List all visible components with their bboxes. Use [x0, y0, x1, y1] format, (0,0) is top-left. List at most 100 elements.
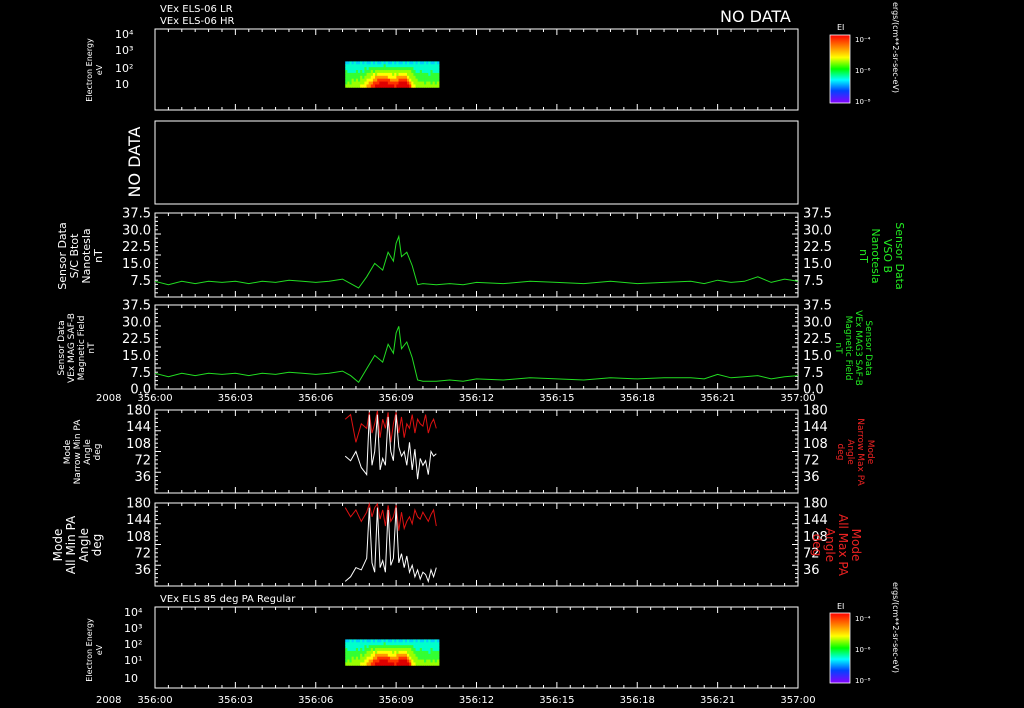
right-label-line: deg: [835, 444, 845, 461]
panel-frame: [154, 502, 799, 587]
ylabel-line: nT: [92, 249, 105, 263]
ytick-label-right: 180: [803, 497, 828, 512]
spectrogram-1: [345, 61, 440, 88]
all-max-pa-trace: [344, 501, 437, 531]
ytick-label: 22.5: [122, 240, 151, 255]
ytick-label: 10²: [124, 638, 142, 651]
year-label: 2008: [96, 393, 121, 404]
colorbar-tick: 10⁻⁴: [855, 36, 871, 44]
ytick-label-right: 15.0: [803, 349, 832, 364]
ytick-label: 36: [134, 470, 151, 485]
ylabel-line: Mode: [63, 439, 73, 464]
panel-electron-energy-2: VEx ELS 85 deg PA Regular 10 10¹ 10² 10³…: [85, 582, 900, 689]
colorbar-tick: 10⁻⁶: [855, 67, 871, 75]
time-tick-label: 356:00: [137, 695, 172, 706]
ytick-label: 10⁴: [115, 28, 134, 41]
colorbar-title: EI: [837, 23, 844, 32]
ytick-label-right: 15.0: [803, 257, 832, 272]
ytick-label: 10¹: [124, 654, 142, 667]
ytick-label: 37.5: [122, 207, 151, 222]
ytick-label: 10: [124, 672, 138, 685]
right-label-line: Narrow Max PA: [855, 418, 865, 486]
panel-no-data: NO DATA: [125, 120, 799, 205]
colorbar: [829, 34, 851, 104]
ytick-label: 7.5: [130, 366, 151, 381]
ytick-label: 72: [134, 546, 151, 561]
ylabel-line: Mode: [51, 529, 65, 562]
ylabel-line: Narrow Min PA: [73, 419, 83, 485]
panel-frame: [154, 212, 799, 298]
spectrogram-2: [345, 639, 440, 666]
colorbar-tick: 10⁻⁴: [855, 615, 871, 623]
spectrogram-cell: [436, 639, 440, 643]
spectrogram-cell: [436, 645, 440, 649]
ytick-label-right: 37.5: [803, 207, 832, 222]
ytick-label-right: 37.5: [803, 299, 832, 314]
ytick-label: 10²: [115, 62, 133, 75]
spectrogram-cell: [436, 662, 440, 666]
ytick-label-right: 22.5: [803, 332, 832, 347]
instrument-label-2: VEx ELS-06 HR: [160, 16, 235, 27]
ylabel-line: Angle: [83, 439, 93, 465]
ytick-label: 180: [126, 404, 151, 419]
spectrogram-cell: [436, 64, 440, 68]
right-label-line: Magnetic Field: [843, 316, 853, 381]
ytick-label: 10: [115, 78, 129, 91]
ylabel-line: Sensor Data: [57, 320, 67, 375]
right-label-line: VEx MAG3 SAF-B: [853, 310, 863, 386]
colorbar-tick: 10⁻⁶: [855, 646, 871, 654]
right-label-line: nT: [833, 342, 843, 354]
ytick-label: 108: [126, 437, 151, 452]
time-axis-middle: 2008 356:00 356:03 356:06 356:09 356:12 356:1…: [96, 393, 816, 404]
colorbar-tick: 10⁻⁸: [855, 677, 871, 685]
ytick-label-right: 108: [803, 437, 828, 452]
colorbar-units: ergs/(cm**2-sr-sec-eV): [891, 2, 900, 93]
ytick-label: 10³: [124, 622, 142, 635]
ylabel-line: nT: [87, 342, 97, 354]
spectrogram-cell: [436, 648, 440, 652]
ytick-label: 144: [126, 513, 151, 528]
ytick-label-right: 22.5: [803, 240, 832, 255]
panel-all-pa: 180 180144 144108 10872 7236 36 Mode All Min …: [51, 497, 863, 587]
no-data-label: NO DATA: [125, 127, 144, 198]
ytick-label: 22.5: [122, 332, 151, 347]
time-tick-label: 357:00: [780, 393, 815, 404]
ytick-label: 30.0: [122, 223, 151, 238]
panel-frame: [154, 409, 799, 494]
colorbar-units: ergs/(cm**2-sr-sec-eV): [891, 582, 900, 673]
spectrogram-cell: [436, 653, 440, 658]
ylabel-line: deg: [93, 444, 103, 461]
ylabel-line: deg: [90, 534, 104, 557]
right-label-line: All Max PA: [836, 514, 850, 577]
spectrogram-cell: [436, 72, 440, 77]
ylabel-line: Magnetic Field: [77, 316, 87, 381]
ytick-label-right: 36: [803, 470, 820, 485]
narrow-max-pa-trace: [344, 410, 437, 443]
ytick-label: 30.0: [122, 315, 151, 330]
colorbar-tick: 10⁻⁸: [855, 98, 871, 106]
ytick-label-right: 72: [803, 453, 820, 468]
ytick-label: 10⁴: [124, 606, 143, 619]
spectrogram-cell: [436, 70, 440, 74]
right-label-line: Mode: [849, 529, 863, 562]
right-label-line: Angle: [823, 528, 837, 562]
mag-trace: [154, 326, 799, 384]
panel-sc-btot: 37.5 37.530.0 30.022.5 22.515.0 15.07.5 7.5 S…: [56, 207, 906, 298]
time-tick-label: 356:12: [459, 393, 494, 404]
right-label-line: Sensor Data: [863, 320, 873, 375]
ylabel-line: All Min PA: [64, 515, 78, 574]
ytick-label: 15.0: [122, 349, 151, 364]
ylabel-line: Electron Energy: [85, 618, 94, 682]
time-tick-label: 356:09: [379, 393, 414, 404]
time-tick-label: 356:18: [620, 393, 655, 404]
year-label: 2008: [96, 695, 121, 706]
time-tick-label: 357:00: [780, 695, 815, 706]
ytick-label: 180: [126, 497, 151, 512]
time-tick-label: 356:09: [379, 695, 414, 706]
ylabel-line: Electron Energy: [85, 38, 94, 102]
ytick-label: 36: [134, 563, 151, 578]
panel-frame: [154, 28, 799, 111]
ytick-label-right: 144: [803, 420, 828, 435]
ytick-label: 72: [134, 453, 151, 468]
instrument-label-1: VEx ELS-06 LR: [160, 4, 233, 15]
